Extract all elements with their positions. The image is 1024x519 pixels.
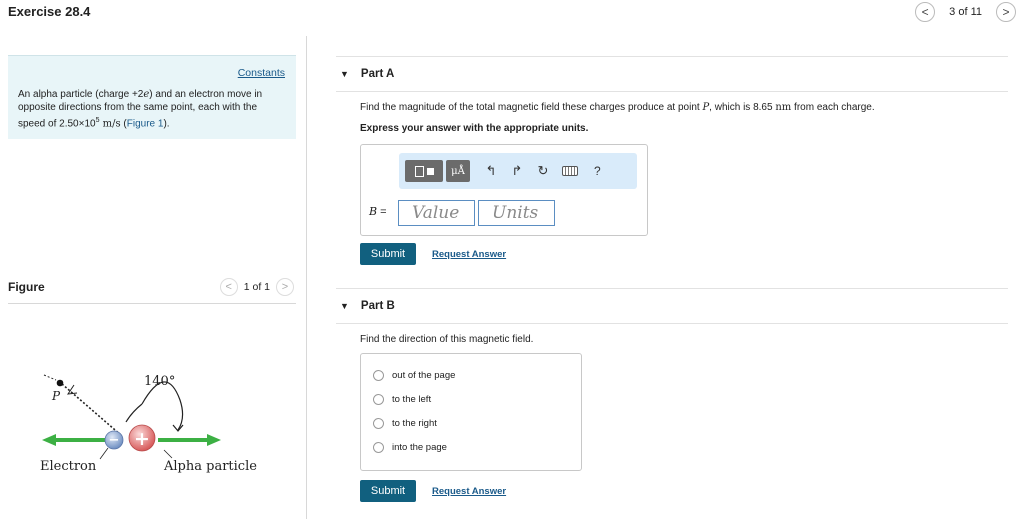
- dashed-line-to-p: [61, 383, 123, 437]
- figure-header: Figure < 1 of 1 >: [8, 278, 296, 304]
- template-icon: [414, 165, 424, 177]
- problem-panel: Constants An alpha particle (charge +2e)…: [8, 55, 296, 139]
- figure-label: Figure: [8, 280, 45, 294]
- redo-icon[interactable]: ↱: [504, 163, 530, 179]
- part-a: ▼ Part A Find the magnitude of the total…: [336, 56, 1008, 276]
- part-a-request-answer-link[interactable]: Request Answer: [432, 249, 506, 260]
- part-a-title: Part A: [360, 68, 395, 80]
- part-a-submit-button[interactable]: Submit: [360, 243, 416, 265]
- part-b-title: Part B: [360, 300, 395, 312]
- problem-text: An alpha particle (charge +2e) and an el…: [18, 89, 263, 130]
- exercise-page-indicator: 3 of 11: [949, 6, 982, 18]
- undo-icon[interactable]: ↰: [478, 163, 504, 179]
- chevron-right-icon: >: [1002, 5, 1010, 19]
- figure-pager: < 1 of 1 >: [219, 278, 294, 296]
- radio-button[interactable]: [373, 442, 384, 453]
- collapse-triangle-icon[interactable]: ▼: [340, 69, 349, 79]
- alpha-label: Alpha particle: [163, 459, 257, 474]
- electron-sign: −: [109, 433, 120, 448]
- physics-figure: − + 140° P Electron Alpha particle: [40, 374, 257, 474]
- next-figure-button[interactable]: >: [276, 278, 294, 296]
- column-divider: [306, 36, 307, 519]
- angle-label: 140°: [144, 374, 175, 389]
- part-b-request-answer-link[interactable]: Request Answer: [432, 486, 506, 497]
- help-icon[interactable]: ?: [594, 164, 601, 178]
- exercise-title: Exercise 28.4: [8, 4, 91, 19]
- answer-box: μÅ ↰ ↱ ↻ ? B = Value Units: [360, 144, 648, 236]
- template-button[interactable]: [405, 160, 443, 182]
- chevron-right-icon: >: [281, 281, 289, 293]
- alpha-sign: +: [134, 428, 150, 450]
- part-a-header[interactable]: ▼ Part A: [336, 56, 1008, 92]
- prev-exercise-button[interactable]: <: [915, 2, 936, 22]
- collapse-triangle-icon[interactable]: ▼: [340, 301, 349, 311]
- part-a-question: Find the magnitude of the total magnetic…: [360, 102, 875, 113]
- radio-button[interactable]: [373, 418, 384, 429]
- next-exercise-button[interactable]: >: [996, 2, 1016, 22]
- radio-button[interactable]: [373, 370, 384, 381]
- radio-button[interactable]: [373, 394, 384, 405]
- direction-choices: out of the page to the left to the right…: [360, 353, 582, 471]
- keyboard-icon[interactable]: [562, 166, 578, 176]
- point-p: [56, 379, 64, 387]
- part-b-submit-button[interactable]: Submit: [360, 480, 416, 502]
- angle-arrow-head-right: [172, 424, 184, 432]
- chevron-left-icon: <: [225, 281, 232, 293]
- choice-into-page[interactable]: into the page: [373, 442, 447, 453]
- angle-arc: [141, 381, 184, 431]
- figure-page-indicator: 1 of 1: [243, 281, 270, 293]
- figure-link[interactable]: Figure 1: [127, 118, 164, 129]
- constants-link[interactable]: Constants: [238, 67, 285, 79]
- choice-to-left[interactable]: to the left: [373, 394, 431, 405]
- choice-out-of-page[interactable]: out of the page: [373, 370, 455, 381]
- alpha-arrowhead: [207, 434, 221, 446]
- electron-arrowhead: [42, 434, 56, 446]
- part-b-header[interactable]: ▼ Part B: [336, 288, 1008, 324]
- choice-to-right[interactable]: to the right: [373, 418, 437, 429]
- reset-icon[interactable]: ↻: [530, 163, 556, 179]
- part-a-instruction: Express your answer with the appropriate…: [360, 123, 589, 134]
- equation-toolbar: μÅ ↰ ↱ ↻ ?: [399, 153, 637, 189]
- prev-figure-button[interactable]: <: [219, 278, 238, 296]
- point-p-label: P: [51, 389, 61, 403]
- part-b-question: Find the direction of this magnetic fiel…: [360, 334, 534, 345]
- exercise-pager: < 3 of 11 >: [915, 2, 1016, 22]
- value-input[interactable]: Value: [398, 200, 475, 226]
- electron-label: Electron: [40, 459, 97, 474]
- answer-variable-label: B =: [369, 205, 387, 218]
- units-input[interactable]: Units: [478, 200, 555, 226]
- chevron-left-icon: <: [921, 5, 929, 19]
- units-button[interactable]: μÅ: [446, 160, 470, 182]
